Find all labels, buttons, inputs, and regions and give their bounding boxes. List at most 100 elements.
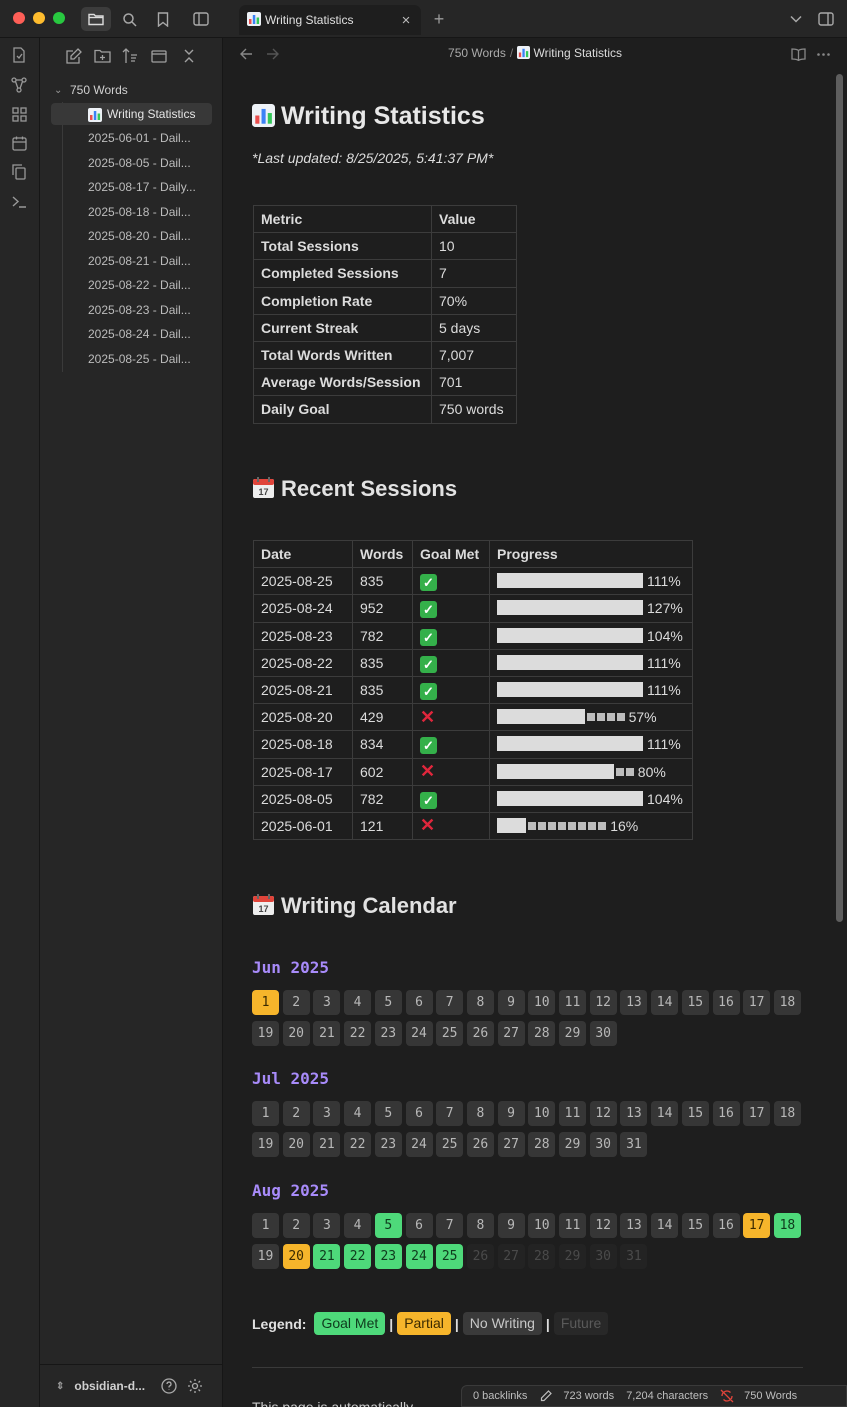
folder-750-words[interactable]: ⌄ 750 Words	[54, 80, 128, 100]
file-item[interactable]: 2025-08-22 - Dail...	[51, 274, 212, 296]
file-explorer-icon[interactable]	[81, 7, 111, 31]
calendar-day: 21	[313, 1021, 341, 1046]
file-item[interactable]: 2025-08-18 - Dail...	[51, 201, 212, 223]
sort-icon[interactable]	[120, 46, 140, 66]
auto-reveal-icon[interactable]	[149, 46, 169, 66]
copy-icon[interactable]	[10, 163, 28, 181]
session-progress: 111%	[489, 648, 693, 677]
new-tab-icon[interactable]: +	[428, 8, 450, 30]
calendar-day: 2	[282, 990, 310, 1015]
progress-bar-empty-cell	[586, 713, 595, 722]
open-quick-switcher-icon[interactable]	[10, 46, 28, 64]
bookmark-icon[interactable]	[148, 7, 178, 31]
session-goal-met: ✓	[412, 648, 490, 677]
progress-percent: 16%	[610, 817, 639, 834]
terminal-icon[interactable]	[10, 192, 28, 210]
metric-value: 10	[431, 232, 517, 261]
table-row: 2025-06-01 121 ✕ 16%	[253, 811, 693, 841]
breadcrumb-current[interactable]: Writing Statistics	[534, 46, 622, 60]
graph-view-icon[interactable]	[10, 76, 28, 94]
scrollbar[interactable]	[836, 74, 843, 922]
tab-writing-statistics[interactable]: Writing Statistics ×	[239, 5, 421, 35]
session-words: 121	[352, 811, 413, 841]
reading-view-book-icon[interactable]	[790, 46, 806, 62]
help-icon[interactable]	[160, 1377, 178, 1395]
check-mark-icon: ✓	[420, 791, 437, 809]
progress-bar-empty-cell	[588, 821, 597, 830]
progress-bar-empty-cell	[568, 821, 577, 830]
plugin-status[interactable]: 750 Words	[744, 1390, 797, 1402]
column-header: Value	[431, 204, 517, 234]
file-item-writing-statistics[interactable]: Writing Statistics	[51, 103, 212, 125]
table-row: Total Sessions 10	[253, 232, 517, 261]
chart-icon	[252, 104, 275, 127]
file-item[interactable]: 2025-08-17 - Daily...	[51, 176, 212, 198]
session-goal-met: ✓	[412, 784, 490, 813]
horizontal-rule	[252, 1367, 803, 1368]
new-note-icon[interactable]	[64, 46, 84, 66]
calendar-day: 6	[405, 1101, 433, 1126]
progress-bar-fill	[497, 654, 643, 670]
calendar-day: 9	[497, 990, 525, 1015]
calendar-day: 27	[497, 1021, 525, 1046]
session-progress: 111%	[489, 730, 693, 759]
progress-percent: 104%	[647, 790, 683, 807]
session-date: 2025-08-22	[253, 648, 353, 677]
check-mark-icon: ✓	[420, 574, 437, 592]
maximize-window-button[interactable]	[53, 12, 65, 24]
metric-value: 7,007	[431, 340, 517, 370]
file-item[interactable]: 2025-08-20 - Dail...	[51, 225, 212, 247]
calendar-day: 25	[436, 1244, 464, 1269]
table-row: Completion Rate 70%	[253, 286, 517, 315]
canvas-icon[interactable]	[10, 105, 28, 123]
metric-value: 701	[431, 368, 517, 397]
progress-bar-empty-cell	[598, 821, 607, 830]
file-item[interactable]: 2025-08-24 - Dail...	[51, 323, 212, 345]
metrics-table-body: Total Sessions 10 Completed Sessions 7 Compl…	[253, 232, 517, 424]
sync-off-icon[interactable]	[720, 1389, 734, 1403]
search-icon[interactable]	[114, 7, 144, 31]
sidebar-toggle-icon[interactable]	[186, 7, 216, 31]
minimize-window-button[interactable]	[33, 12, 45, 24]
close-tab-icon[interactable]: ×	[399, 12, 413, 29]
calendar-month-label: Jul 2025	[252, 1069, 330, 1088]
calendar-day: 19	[252, 1132, 279, 1157]
progress-bar-empty-cell	[596, 713, 605, 722]
vault-switcher[interactable]: ⇕ obsidian-d...	[40, 1364, 223, 1407]
session-date: 2025-08-23	[253, 621, 353, 650]
breadcrumb-parent[interactable]: 750 Words	[448, 46, 506, 60]
new-folder-icon[interactable]	[92, 46, 112, 66]
right-sidebar-toggle-icon[interactable]	[812, 7, 840, 31]
file-item[interactable]: 2025-08-25 - Dail...	[51, 348, 212, 370]
calendar-day: 8	[466, 990, 494, 1015]
calendar-day: 29	[559, 1021, 586, 1046]
chevron-down-icon[interactable]	[782, 7, 810, 31]
calendar-day: 30	[589, 1021, 617, 1046]
metric-value: 7	[431, 259, 517, 288]
file-item[interactable]: 2025-08-21 - Dail...	[51, 250, 212, 272]
check-mark-icon: ✓	[420, 628, 437, 646]
more-options-icon[interactable]	[815, 46, 831, 62]
calendar-day: 7	[436, 1213, 464, 1238]
calendar-day: 14	[651, 1213, 679, 1238]
file-item[interactable]: 2025-06-01 - Dail...	[51, 127, 212, 149]
metric-value: 5 days	[431, 313, 517, 342]
edit-pencil-icon[interactable]	[539, 1389, 553, 1403]
close-window-button[interactable]	[13, 12, 25, 24]
heading-text: Recent Sessions	[281, 476, 458, 501]
check-mark-icon: ✓	[420, 601, 437, 619]
collapse-all-icon[interactable]	[179, 46, 199, 66]
file-item[interactable]: 2025-08-23 - Dail...	[51, 299, 212, 321]
session-progress: 104%	[489, 621, 693, 650]
progress-bar-fill	[497, 790, 643, 806]
svg-text:17: 17	[258, 487, 268, 497]
session-words: 835	[352, 648, 413, 677]
progress-bar-fill	[497, 627, 643, 643]
settings-gear-icon[interactable]	[186, 1377, 204, 1395]
backlinks-count[interactable]: 0 backlinks	[473, 1390, 527, 1402]
metric-name: Average Words/Session	[253, 368, 432, 397]
session-goal-met: ✓	[412, 675, 490, 705]
calendar-icon[interactable]	[10, 134, 28, 152]
legend-separator: |	[545, 1315, 550, 1332]
file-item[interactable]: 2025-08-05 - Dail...	[51, 152, 212, 174]
